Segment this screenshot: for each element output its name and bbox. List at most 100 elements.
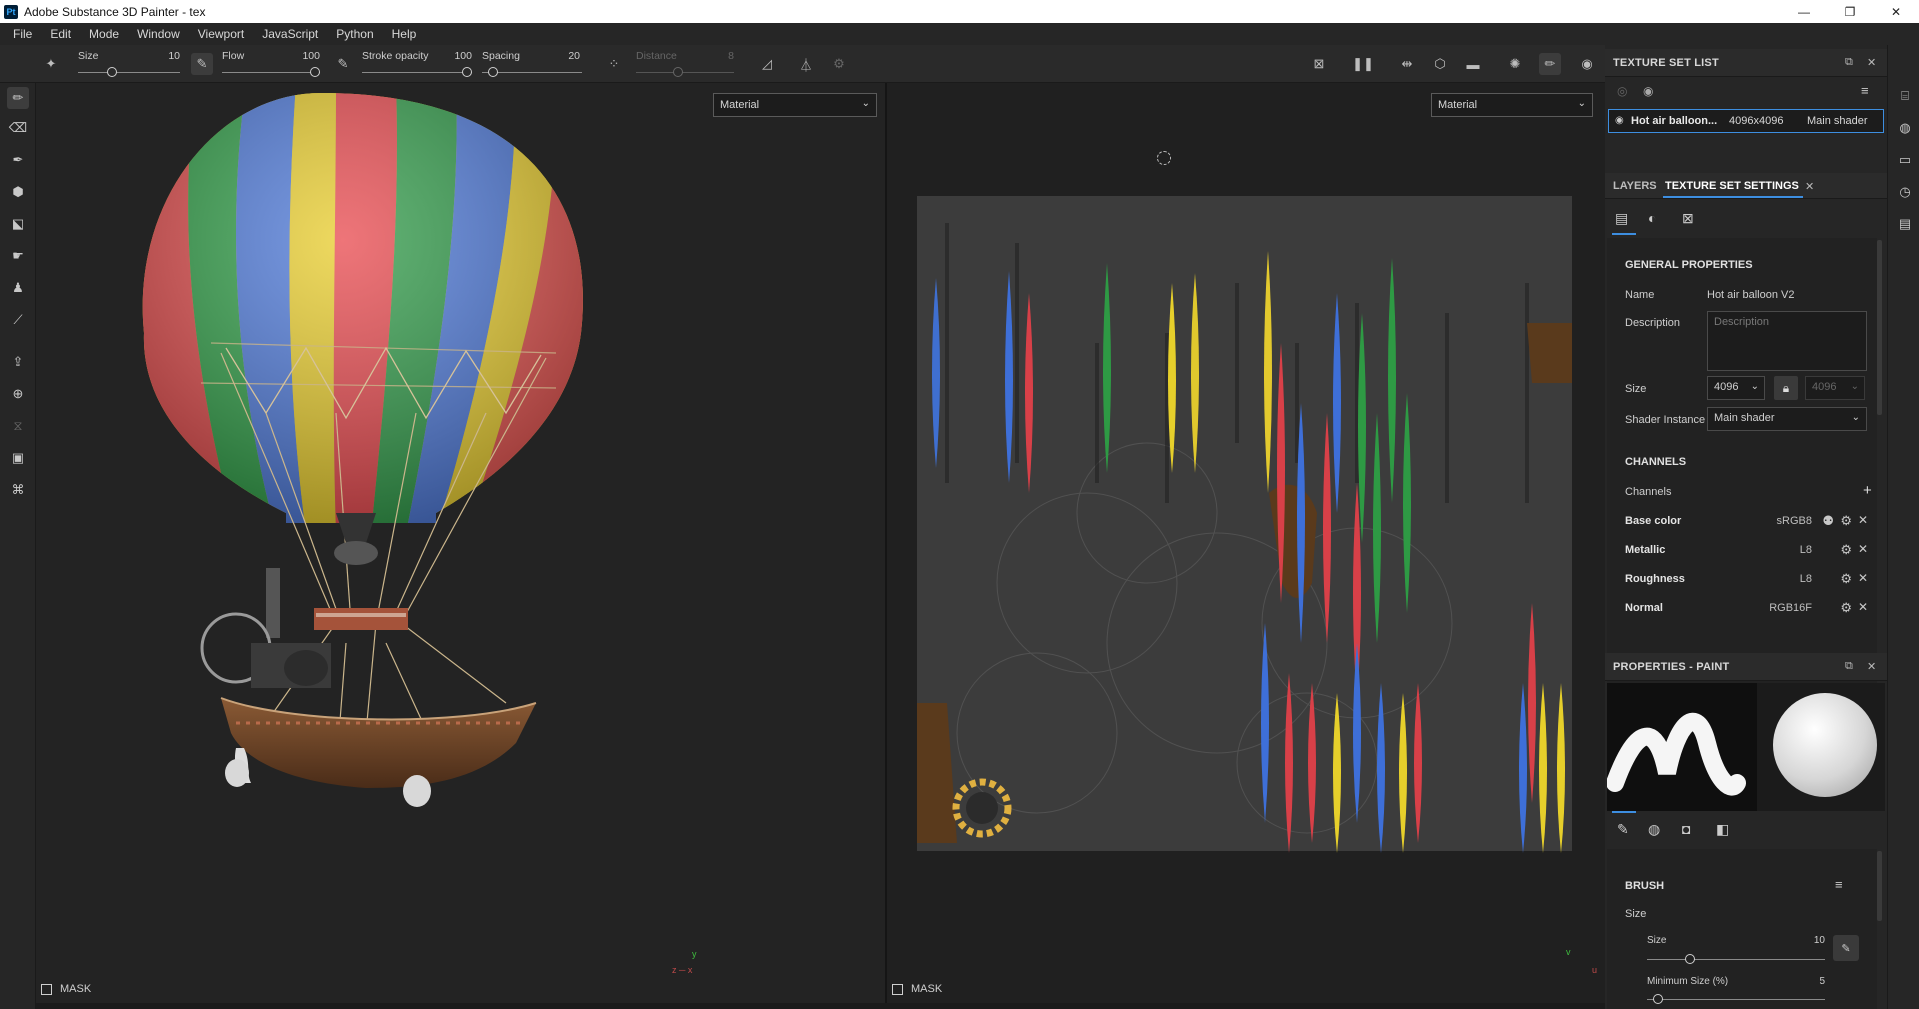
add-channel-plus-icon[interactable]: + bbox=[1863, 482, 1872, 499]
visibility-eye-icon[interactable]: ◉ bbox=[1615, 115, 1624, 126]
smudge-icon[interactable]: ☛ bbox=[7, 245, 29, 267]
remove-channel-close-icon[interactable]: ✕ bbox=[1858, 542, 1868, 556]
size-slider-handle[interactable] bbox=[107, 67, 117, 77]
split-view-icon[interactable]: ⇹ bbox=[1396, 53, 1418, 75]
remove-channel-close-icon[interactable]: ✕ bbox=[1858, 571, 1868, 585]
alpha-settings-icon[interactable]: ◘ bbox=[1682, 821, 1690, 837]
spacing-value[interactable]: 20 bbox=[558, 50, 580, 62]
remove-channel-close-icon[interactable]: ✕ bbox=[1858, 513, 1868, 527]
mask-toggle-2d[interactable]: MASK bbox=[892, 983, 942, 995]
geometry-fill-icon[interactable]: ⬢ bbox=[7, 181, 29, 203]
menu-edit[interactable]: Edit bbox=[41, 27, 80, 41]
projection-icon[interactable]: ✒ bbox=[7, 149, 29, 171]
mask-checkbox-3d[interactable] bbox=[41, 983, 52, 995]
close-icon[interactable]: ✕ bbox=[1867, 56, 1876, 69]
measure-icon[interactable]: ▣ bbox=[7, 447, 29, 469]
channel-row-roughness[interactable]: Roughness L8 ⚙ ✕ bbox=[1625, 568, 1870, 592]
menu-file[interactable]: File bbox=[4, 27, 41, 41]
shader-instance-dropdown[interactable]: Main shader ⌄ bbox=[1707, 407, 1867, 431]
flow-pressure-icon[interactable]: ✎ bbox=[332, 53, 354, 75]
channel-row-base-color[interactable]: Base color sRGB8 ⚉ ⚙ ✕ bbox=[1625, 510, 1870, 534]
paint-mode-icon[interactable]: ✏ bbox=[1539, 53, 1561, 75]
menu-viewport[interactable]: Viewport bbox=[189, 27, 253, 41]
channel-row-metallic[interactable]: Metallic L8 ⚙ ✕ bbox=[1625, 539, 1870, 563]
remove-channel-close-icon[interactable]: ✕ bbox=[1858, 600, 1868, 614]
bake-icon[interactable]: ⊕ bbox=[7, 383, 29, 405]
brush-icon[interactable]: ✏ bbox=[7, 87, 29, 109]
viewer-settings-icon[interactable]: ⌸ bbox=[1896, 87, 1914, 105]
tab-texture-set-settings[interactable]: TEXTURE SET SETTINGS bbox=[1665, 180, 1799, 192]
brush-settings-icon[interactable]: ✎ bbox=[1617, 821, 1629, 838]
lazy-mouse-icon[interactable]: ⁘ bbox=[603, 53, 625, 75]
color-picker-icon[interactable]: ⟋ bbox=[7, 309, 29, 331]
menu-mode[interactable]: Mode bbox=[80, 27, 128, 41]
stroke-opacity-slider[interactable] bbox=[362, 72, 472, 73]
mask-toggle-3d[interactable]: MASK bbox=[41, 983, 91, 995]
menu-help[interactable]: Help bbox=[383, 27, 426, 41]
brush-mode-icon[interactable]: ✦ bbox=[40, 53, 62, 75]
size-slider[interactable] bbox=[78, 72, 180, 73]
brush-size-value[interactable]: 10 bbox=[1805, 935, 1825, 946]
lock-icon[interactable]: 🔒︎ bbox=[1774, 376, 1798, 400]
min-size-slider-handle[interactable] bbox=[1653, 994, 1663, 1004]
eraser-icon[interactable]: ⌫ bbox=[7, 117, 29, 139]
stencil-settings-icon[interactable]: ◧ bbox=[1716, 821, 1729, 838]
menu-python[interactable]: Python bbox=[327, 27, 382, 41]
color-profile-icon[interactable]: ⚉ bbox=[1822, 513, 1834, 529]
undock-icon[interactable]: ⧉ bbox=[1845, 56, 1853, 69]
3d-view-icon[interactable]: ⬡ bbox=[1429, 53, 1451, 75]
texture-set-settings-icon[interactable]: ▤ bbox=[1615, 210, 1628, 227]
mask-checkbox-2d[interactable] bbox=[892, 983, 903, 995]
close-tab-icon[interactable]: ✕ bbox=[1805, 180, 1814, 193]
pen-pressure-icon[interactable]: ✎ bbox=[1833, 935, 1859, 961]
stroke-opacity-slider-handle[interactable] bbox=[462, 67, 472, 77]
description-field[interactable]: Description bbox=[1707, 311, 1867, 371]
close-window-button[interactable]: ✕ bbox=[1873, 0, 1919, 23]
menu-javascript[interactable]: JavaScript bbox=[253, 27, 327, 41]
shelf-icon[interactable]: ▭ bbox=[1896, 151, 1914, 169]
stroke-opacity-value[interactable]: 100 bbox=[448, 50, 472, 62]
gear-icon[interactable]: ⚙ bbox=[1840, 571, 1852, 587]
uv-icon[interactable]: ⊠ bbox=[1682, 210, 1694, 227]
gear-icon[interactable]: ⚙ bbox=[1840, 542, 1852, 558]
menu-icon[interactable]: ≡ bbox=[1861, 83, 1869, 98]
channel-format[interactable]: RGB16F bbox=[1769, 602, 1812, 614]
channel-format[interactable]: L8 bbox=[1800, 573, 1812, 585]
name-value[interactable]: Hot air balloon V2 bbox=[1707, 289, 1794, 301]
record-icon[interactable]: ▬ bbox=[1462, 53, 1484, 75]
flow-slider-handle[interactable] bbox=[310, 67, 320, 77]
min-size-slider[interactable] bbox=[1647, 999, 1825, 1000]
viewport-2d[interactable]: Material ⌄ v u MASK bbox=[887, 83, 1605, 1003]
library-icon[interactable]: ⌘ bbox=[7, 479, 29, 501]
iray-icon[interactable]: ✺ bbox=[1504, 53, 1526, 75]
brush-size-slider-handle[interactable] bbox=[1685, 954, 1695, 964]
maximize-button[interactable]: ❐ bbox=[1827, 0, 1873, 23]
gear-icon[interactable]: ⚙ bbox=[1840, 600, 1852, 616]
close-icon[interactable]: ✕ bbox=[1867, 660, 1876, 673]
brush-size-slider[interactable] bbox=[1647, 959, 1825, 960]
material-ball-icon[interactable]: ◐ bbox=[1648, 210, 1656, 226]
polygon-fill-icon[interactable]: ⬕ bbox=[7, 213, 29, 235]
flow-value[interactable]: 100 bbox=[296, 50, 320, 62]
log-icon[interactable]: ▤ bbox=[1896, 215, 1914, 233]
menu-window[interactable]: Window bbox=[128, 27, 189, 41]
minimize-button[interactable]: — bbox=[1781, 0, 1827, 23]
clone-icon[interactable]: ♟ bbox=[7, 277, 29, 299]
export-icon[interactable]: ⇪ bbox=[7, 351, 29, 373]
stroke-angle-icon[interactable]: ◿ bbox=[756, 53, 778, 75]
channel-format[interactable]: sRGB8 bbox=[1777, 515, 1812, 527]
material-settings-icon[interactable]: ◍ bbox=[1648, 821, 1660, 838]
symmetry-icon[interactable]: ⏃ bbox=[795, 53, 817, 75]
environment-icon[interactable]: ◍ bbox=[1896, 119, 1914, 137]
size-dropdown[interactable]: 4096 ⌄ bbox=[1707, 376, 1765, 400]
history-icon[interactable]: ◷ bbox=[1896, 183, 1914, 201]
min-size-value[interactable]: 5 bbox=[1805, 976, 1825, 987]
spacing-slider-handle[interactable] bbox=[488, 67, 498, 77]
brush-presets-menu-icon[interactable]: ≡ bbox=[1835, 877, 1843, 892]
camera-icon[interactable]: ⊠ bbox=[1308, 53, 1330, 75]
tab-layers[interactable]: LAYERS bbox=[1613, 180, 1657, 192]
undock-icon[interactable]: ⧉ bbox=[1845, 660, 1853, 673]
pen-pressure-icon[interactable]: ✎ bbox=[191, 53, 213, 75]
properties-scrollbar[interactable] bbox=[1877, 851, 1882, 921]
gear-icon[interactable]: ⚙ bbox=[1840, 513, 1852, 529]
